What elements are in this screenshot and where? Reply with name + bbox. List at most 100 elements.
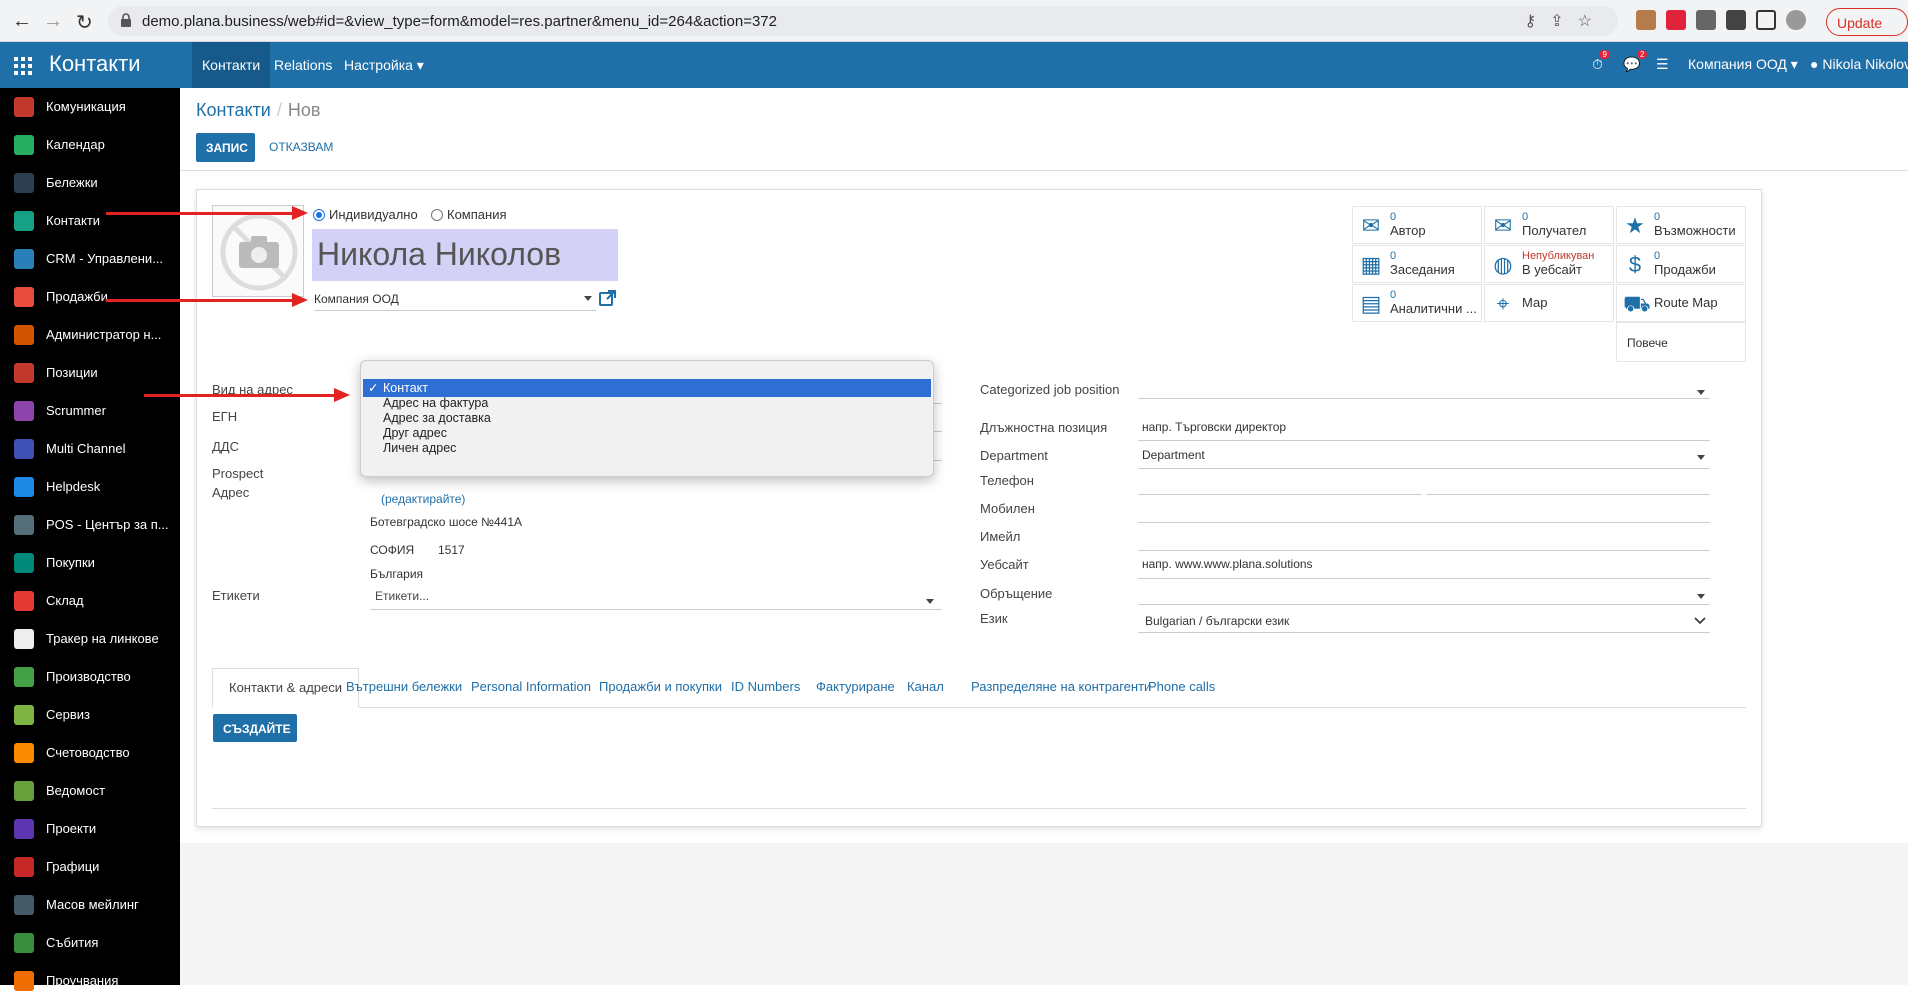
sidebar-item[interactable]: Контакти [0, 202, 180, 240]
menu-relations[interactable]: Relations [274, 57, 332, 73]
type-individual-radio[interactable]: Индивидуално [313, 207, 418, 222]
app-icon [14, 591, 34, 611]
chevron-down-icon[interactable] [1697, 455, 1705, 460]
company-switcher[interactable]: Компания ООД ▾ [1688, 56, 1798, 73]
sidebar-item[interactable]: Ведомост [0, 772, 180, 810]
smart-button-count: 0 [1390, 289, 1397, 301]
extension-icon[interactable] [1666, 10, 1686, 30]
globe-icon: ◍ [1493, 252, 1513, 277]
app-title[interactable]: Контакти [49, 51, 141, 77]
smart-button[interactable]: ✉ 0 Автор [1352, 206, 1482, 244]
smart-button[interactable]: ✉ 0 Получател [1484, 206, 1614, 244]
profile-avatar[interactable] [1786, 10, 1806, 30]
save-button[interactable]: ЗАПИС [196, 133, 255, 162]
puzzle-icon[interactable] [1726, 10, 1746, 30]
share-icon[interactable]: ⇪ [1550, 13, 1577, 30]
discard-button[interactable]: ОТКАЗВАМ [269, 140, 333, 154]
notebook-tab[interactable]: Канал [891, 668, 960, 708]
breadcrumb-separator: / [276, 100, 282, 120]
sidebar-item[interactable]: Продажби [0, 278, 180, 316]
chevron-down-icon[interactable] [584, 296, 592, 301]
sidebar-item[interactable]: Производство [0, 658, 180, 696]
app-icon [14, 363, 34, 383]
email-input[interactable] [1138, 533, 1710, 551]
edit-address-link[interactable]: (редактирайте) [381, 492, 465, 506]
job-position-input[interactable]: напр. Търговски директор [1138, 420, 1710, 441]
menu-settings[interactable]: Настройка ▾ [344, 57, 424, 74]
phone-input[interactable] [1138, 478, 1422, 495]
phone-extra-input[interactable] [1426, 478, 1710, 495]
apps-grid-icon[interactable] [14, 57, 32, 75]
sidebar-item[interactable]: Проучвания [0, 962, 180, 1000]
sidebar-item[interactable]: POS - Център за п... [0, 506, 180, 544]
menu-contacts[interactable]: Контакти [192, 42, 271, 88]
department-select[interactable]: Department [1138, 448, 1710, 469]
sidebar-item[interactable]: Проекти [0, 810, 180, 848]
mobile-input[interactable] [1138, 505, 1710, 523]
bookmark-star-icon[interactable]: ☆ [1578, 13, 1606, 30]
sidebar-item[interactable]: Календар [0, 126, 180, 164]
job-category-select[interactable] [1138, 384, 1710, 399]
side-panel-icon[interactable] [1756, 10, 1776, 30]
user-menu[interactable]: ● Nikola Nikolov [1810, 56, 1908, 72]
chevron-down-icon[interactable] [926, 599, 934, 604]
activity-icon[interactable]: ⏱ 9 [1592, 50, 1610, 73]
smart-button-count: 0 [1654, 211, 1661, 223]
notebook-tab[interactable]: Phone calls [1132, 668, 1231, 708]
smart-button[interactable]: ⛟ Route Map [1616, 284, 1746, 322]
extension-icon[interactable] [1696, 10, 1716, 30]
sidebar-item[interactable]: Бележки [0, 164, 180, 202]
company-field[interactable]: Компания ООД [314, 289, 596, 311]
type-company-radio[interactable]: Компания [431, 207, 507, 222]
contact-name-input[interactable]: Никола Николов [312, 229, 618, 281]
chevron-down-icon[interactable] [1697, 594, 1705, 599]
sidebar-item[interactable]: Helpdesk [0, 468, 180, 506]
sidebar-item[interactable]: Тракер на линкове [0, 620, 180, 658]
sidebar-item[interactable]: Multi Channel [0, 430, 180, 468]
chevron-down-icon[interactable] [1697, 390, 1705, 395]
sidebar-item[interactable]: Покупки [0, 544, 180, 582]
smart-button[interactable]: ▦ 0 Заседания [1352, 245, 1482, 283]
external-link-icon[interactable] [599, 289, 617, 307]
url-tools[interactable]: ⚷⇪☆ [1525, 11, 1606, 31]
sidebar-item-label: Тракер на линкове [46, 631, 159, 646]
sidebar-item[interactable]: Склад [0, 582, 180, 620]
smart-button[interactable]: ▤ 0 Аналитични ... [1352, 284, 1482, 322]
extension-icon[interactable] [1636, 10, 1656, 30]
update-button[interactable]: Update [1826, 8, 1908, 36]
language-select[interactable]: Bulgarian / български език [1138, 611, 1710, 633]
sidebar-item[interactable]: Счетоводство [0, 734, 180, 772]
contact-avatar[interactable] [212, 205, 304, 297]
more-button[interactable]: Повече [1616, 322, 1746, 362]
smart-button[interactable]: $0 Продажби [1616, 245, 1746, 283]
back-icon[interactable]: ← [12, 10, 32, 33]
title-select[interactable] [1138, 588, 1710, 605]
smart-button-label: В уебсайт [1522, 262, 1582, 277]
smart-button[interactable]: ⌖ Мар [1484, 284, 1614, 322]
sidebar-item[interactable]: CRM - Управлени... [0, 240, 180, 278]
smart-button[interactable]: ★ 0 Възможности [1616, 206, 1746, 244]
tags-input[interactable]: Етикети... [370, 589, 942, 610]
key-icon[interactable]: ⚷ [1525, 13, 1551, 30]
dropdown-option[interactable]: Личен адрес [363, 439, 931, 457]
prospect-label: Prospect [212, 466, 264, 481]
sidebar-item[interactable]: Комуникация [0, 88, 180, 126]
forward-icon[interactable]: → [43, 10, 63, 33]
chevron-down-icon[interactable] [1694, 617, 1706, 625]
reload-icon[interactable]: ↻ [76, 10, 93, 35]
sidebar-item[interactable]: Администратор н... [0, 316, 180, 354]
address-bar[interactable]: demo.plana.business/web#id=&view_type=fo… [108, 6, 1618, 36]
sidebar-item[interactable]: Събития [0, 924, 180, 962]
sidebar-item[interactable]: Сервиз [0, 696, 180, 734]
breadcrumb-parent[interactable]: Контакти [196, 100, 271, 120]
sidebar-item[interactable]: Scrummer [0, 392, 180, 430]
sidebar-item[interactable]: Масов мейлинг [0, 886, 180, 924]
sidebar-item[interactable]: Позиции [0, 354, 180, 392]
create-button[interactable]: СЪЗДАЙТЕ [213, 714, 297, 742]
website-input[interactable]: напр. www.www.plana.solutions [1138, 557, 1710, 579]
smart-button[interactable]: ◍ Непубликуван В уебсайт [1484, 245, 1614, 283]
list-icon[interactable]: ☰ [1656, 56, 1669, 73]
messages-icon[interactable]: 💬 2 [1623, 50, 1648, 73]
app-icon [14, 781, 34, 801]
sidebar-item[interactable]: Графици [0, 848, 180, 886]
